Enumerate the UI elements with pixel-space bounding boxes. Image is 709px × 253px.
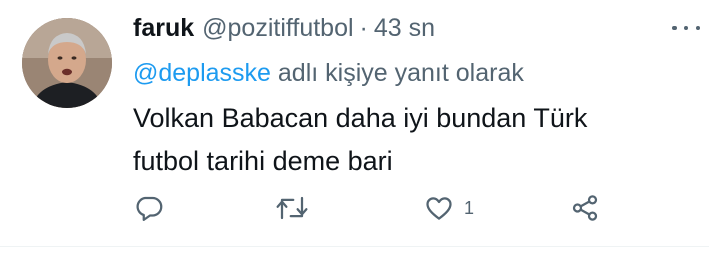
like-icon (426, 197, 452, 220)
timestamp[interactable]: 43 sn (374, 10, 435, 46)
tweet-text-line: Volkan Babacan daha iyi bundan Türk (133, 103, 588, 133)
more-icon[interactable] (672, 16, 700, 40)
tweet[interactable]: faruk @pozitiffutbol · 43 sn @deplasske … (0, 0, 709, 253)
reply-mention[interactable]: @deplasske (133, 59, 271, 87)
avatar[interactable] (22, 18, 112, 108)
more-dot (683, 25, 689, 31)
tweet-text: Volkan Babacan daha iyi bundan Türk futb… (133, 97, 693, 183)
tweet-header: faruk @pozitiffutbol · 43 sn (133, 10, 435, 46)
avatar-photo (22, 18, 112, 108)
like-count: 1 (464, 197, 475, 218)
share-icon (572, 195, 598, 221)
reply-suffix: adlı kişiye yanıt olarak (277, 59, 524, 87)
reply-button[interactable] (135, 192, 175, 224)
author-name[interactable]: faruk (133, 10, 194, 46)
like-button[interactable]: 1 (424, 192, 474, 224)
reply-icon (136, 196, 163, 221)
author-handle[interactable]: @pozitiffutbol (202, 10, 353, 46)
replying-to: @deplasske adlı kişiye yanıt olarak (133, 55, 524, 91)
action-bar: 1 (0, 188, 709, 228)
more-dot (695, 25, 700, 31)
share-button[interactable] (570, 192, 600, 224)
separator-dot: · (359, 14, 368, 42)
divider (0, 246, 709, 247)
tweet-text-line: futbol tarihi deme bari (133, 146, 393, 176)
more-dot (672, 25, 677, 31)
retweet-icon (276, 196, 308, 220)
retweet-button[interactable] (275, 192, 319, 224)
